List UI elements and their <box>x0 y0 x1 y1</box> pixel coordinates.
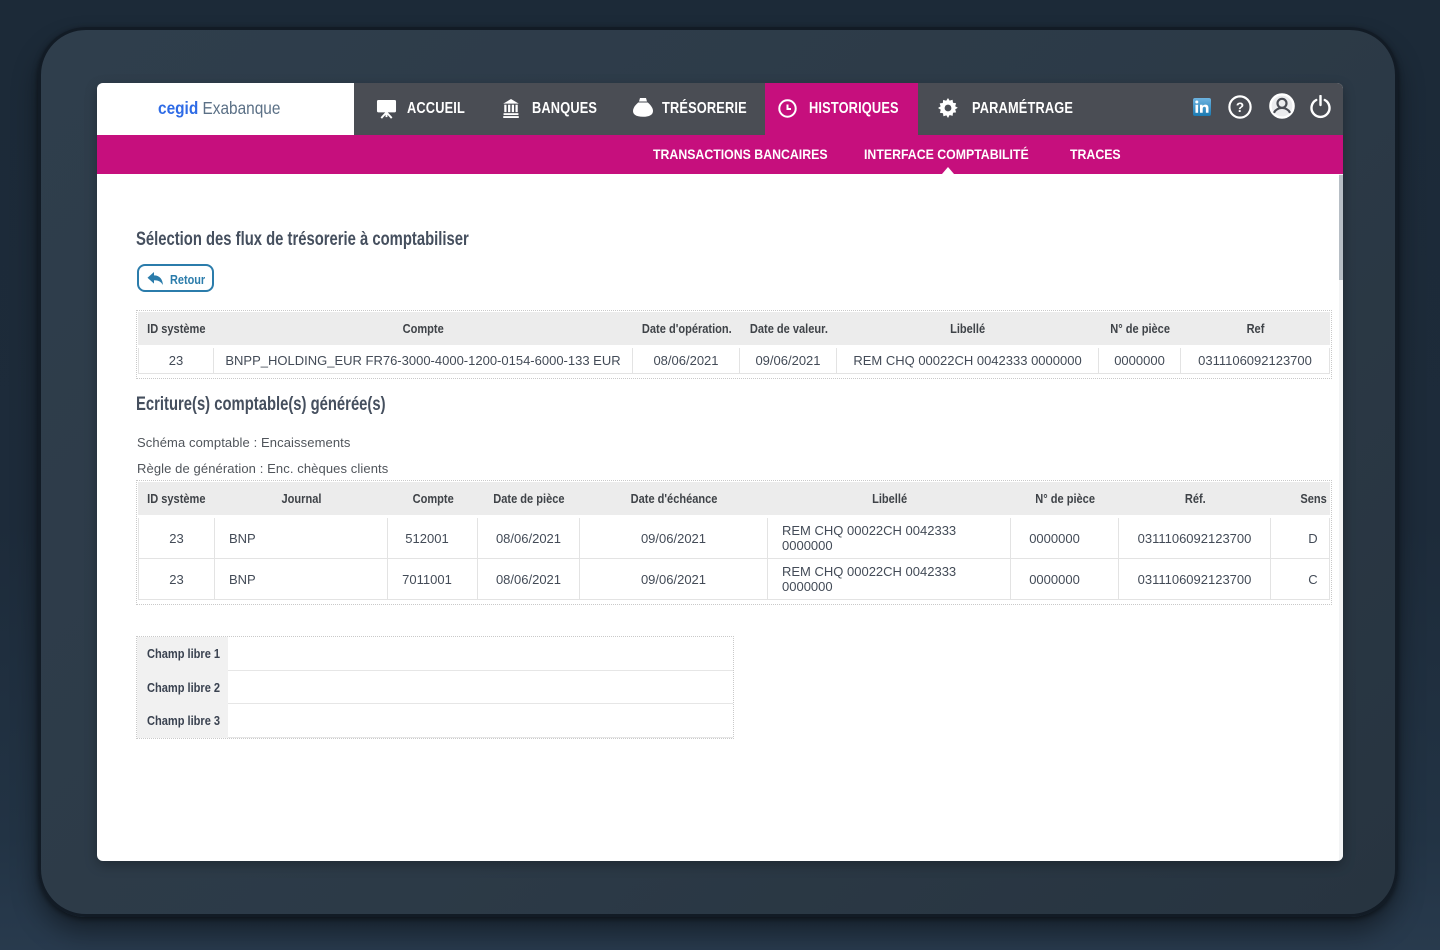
svg-text:?: ? <box>1236 100 1244 115</box>
